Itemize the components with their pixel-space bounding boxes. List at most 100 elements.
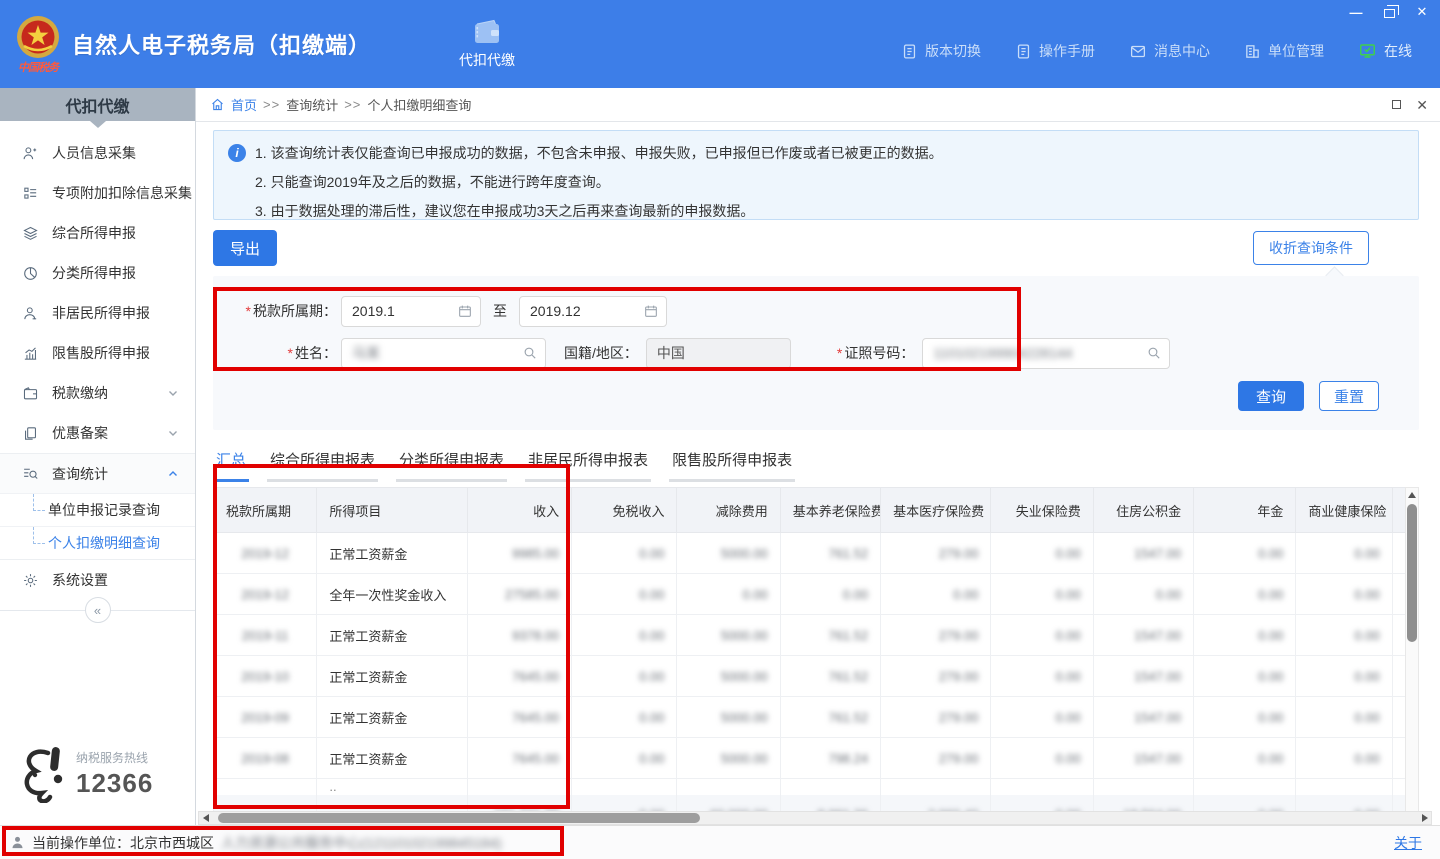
table-cell: [467, 779, 571, 795]
national-emblem-logo: 中国税务: [6, 13, 70, 75]
tab-nonresident-income[interactable]: 非居民所得申报表: [525, 449, 651, 482]
close-button[interactable]: ✕: [1414, 4, 1430, 20]
table-cell: 正常工资薪金: [317, 615, 467, 656]
tab-daikou-daijiao[interactable]: 代扣代缴: [459, 0, 515, 88]
panel-close-icon[interactable]: ✕: [1416, 98, 1428, 112]
panel-maximize-icon[interactable]: [1392, 100, 1401, 109]
table-cell: [991, 779, 1093, 795]
collapse-query-button[interactable]: 收折查询条件: [1253, 231, 1369, 265]
query-button[interactable]: 查询: [1238, 381, 1304, 411]
table-row[interactable]: 2019-10正常工资薪金7645.000.005000.00761.52279…: [214, 656, 1406, 697]
tab-restricted-shares[interactable]: 限售股所得申报表: [669, 449, 795, 482]
tree-line: [33, 527, 45, 544]
sidebar-item-comprehensive-income[interactable]: 综合所得申报: [0, 213, 195, 253]
sidebar-item-preferential-filing[interactable]: 优惠备案: [0, 413, 195, 453]
menu-item-message-center[interactable]: 消息中心: [1129, 41, 1210, 61]
menu-item-unit-management[interactable]: 单位管理: [1244, 41, 1324, 61]
table-row[interactable]: 2019-12正常工资薪金9985.000.005000.00761.52279…: [214, 533, 1406, 574]
layers-icon: [22, 225, 39, 242]
scroll-up-arrow[interactable]: [1406, 488, 1418, 501]
document-icon: [1015, 43, 1032, 60]
menu-item-version-switch[interactable]: 版本切换: [901, 41, 981, 61]
required-mark: *: [288, 345, 293, 361]
table-cell: 0.00: [1194, 656, 1296, 697]
table-row[interactable]: 2019-11正常工资薪金9378.000.005000.00761.52279…: [214, 615, 1406, 656]
name-input[interactable]: 马某: [341, 338, 546, 369]
scroll-left-arrow[interactable]: [199, 812, 212, 824]
table-cell: 0.00: [572, 533, 677, 574]
sidebar-item-classified-income[interactable]: 分类所得申报: [0, 253, 195, 293]
sidebar-subitem-unit-declaration-query[interactable]: 单位申报记录查询: [0, 493, 195, 526]
about-link[interactable]: 关于: [1394, 833, 1422, 853]
table-cell: 2019-08: [214, 738, 317, 779]
sidebar-header-arrow: [90, 121, 106, 128]
search-icon: [522, 345, 538, 361]
breadcrumb: 首页 >> 查询统计 >> 个人扣缴明细查询 ✕: [196, 88, 1440, 122]
table-row[interactable]: 2019-08正常工资薪金7645.000.005000.00798.24279…: [214, 738, 1406, 779]
window-controls: — ✕: [1348, 4, 1430, 20]
horizontal-scrollbar[interactable]: [198, 811, 1432, 825]
table-cell: 7645.00: [467, 656, 571, 697]
menu-item-label: 消息中心: [1154, 41, 1210, 61]
reset-button[interactable]: 重置: [1319, 381, 1379, 411]
sidebar-item-nonresident-income[interactable]: 非居民所得申报: [0, 293, 195, 333]
table-cell: 正常工资薪金: [317, 697, 467, 738]
sidebar-item-personnel-info[interactable]: 人员信息采集: [0, 133, 195, 173]
sidebar-item-restricted-shares[interactable]: 限售股所得申报: [0, 333, 195, 373]
table-cell: 0.00: [1296, 533, 1392, 574]
tab-summary[interactable]: 汇总: [213, 449, 249, 482]
hotline-block: 纳税服务热线 12366: [18, 745, 153, 803]
table-cell: 761.52: [780, 533, 880, 574]
column-header: 税: [1392, 488, 1405, 533]
scroll-right-arrow[interactable]: [1418, 812, 1431, 824]
table-cell: 279.00: [881, 533, 991, 574]
vertical-scroll-thumb[interactable]: [1407, 504, 1417, 642]
sidebar-collapse-button[interactable]: «: [85, 597, 111, 623]
tree-line: [33, 494, 45, 511]
period-to-input[interactable]: 2019.12: [519, 296, 667, 327]
table-cell: 2019-11: [214, 615, 317, 656]
table-row[interactable]: 2019-09正常工资薪金7645.000.005000.00761.52279…: [214, 697, 1406, 738]
breadcrumb-separator: >>: [263, 97, 280, 112]
search-list-icon: [22, 465, 39, 482]
minimize-button[interactable]: —: [1348, 4, 1364, 20]
copy-docs-icon: [22, 425, 39, 442]
menu-item-manual[interactable]: 操作手册: [1015, 41, 1095, 61]
id-number-input[interactable]: 110102199904228144: [922, 338, 1170, 369]
summary-table: 税款所属期所得项目收入免税收入减除费用基本养老保险费基本医疗保险费失业保险费住房…: [213, 487, 1405, 825]
titlebar-menu: 版本切换 操作手册 消息中心 单位管理: [901, 41, 1412, 61]
table-header-row: 税款所属期所得项目收入免税收入减除费用基本养老保险费基本医疗保险费失业保险费住房…: [214, 488, 1406, 533]
sidebar-subitem-personal-withholding-query[interactable]: 个人扣缴明细查询: [0, 526, 195, 559]
sidebar-item-special-deduction[interactable]: 专项附加扣除信息采集: [0, 173, 195, 213]
table-cell: 0.00: [1194, 533, 1296, 574]
vertical-scrollbar[interactable]: [1405, 487, 1419, 825]
table-row[interactable]: 2019-12全年一次性奖金收入27585.000.000.000.000.00…: [214, 574, 1406, 615]
column-header: 基本养老保险费: [780, 488, 880, 533]
search-icon: [1146, 345, 1162, 361]
sidebar-item-tax-payment[interactable]: 税款缴纳: [0, 373, 195, 413]
sidebar-item-query-statistics[interactable]: 查询统计: [0, 453, 195, 493]
tab-comprehensive-income[interactable]: 综合所得申报表: [267, 449, 378, 482]
notice-line: 1. 该查询统计表仅能查询已申报成功的数据，不包含未申报、申报失败，已申报但已作…: [255, 143, 943, 163]
table-cell: 2019-12: [214, 533, 317, 574]
period-label: *税款所属期：: [225, 301, 337, 321]
table-cell: 0.00: [1392, 697, 1405, 738]
table-cell: 9985.00: [467, 533, 571, 574]
restore-button[interactable]: [1381, 4, 1397, 20]
column-header: 住房公积金: [1093, 488, 1193, 533]
table-cell: [1392, 779, 1405, 795]
period-from-input[interactable]: 2019.1: [341, 296, 481, 327]
export-button[interactable]: 导出: [213, 230, 277, 266]
horizontal-scroll-thumb[interactable]: [218, 813, 700, 823]
tab-classified-income[interactable]: 分类所得申报表: [396, 449, 507, 482]
info-icon: i: [228, 144, 246, 162]
chevron-down-icon: [167, 427, 179, 439]
breadcrumb-home[interactable]: 首页: [231, 95, 257, 114]
table-cell: 2019-09: [214, 697, 317, 738]
table-cell: 0.00: [1392, 656, 1405, 697]
person-icon: [22, 305, 39, 322]
table-cell: 761.52: [780, 697, 880, 738]
sidebar-item-system-settings[interactable]: 系统设置: [0, 560, 195, 600]
bar-chart-icon: [22, 345, 39, 362]
sidebar-item-label: 税款缴纳: [52, 383, 108, 403]
